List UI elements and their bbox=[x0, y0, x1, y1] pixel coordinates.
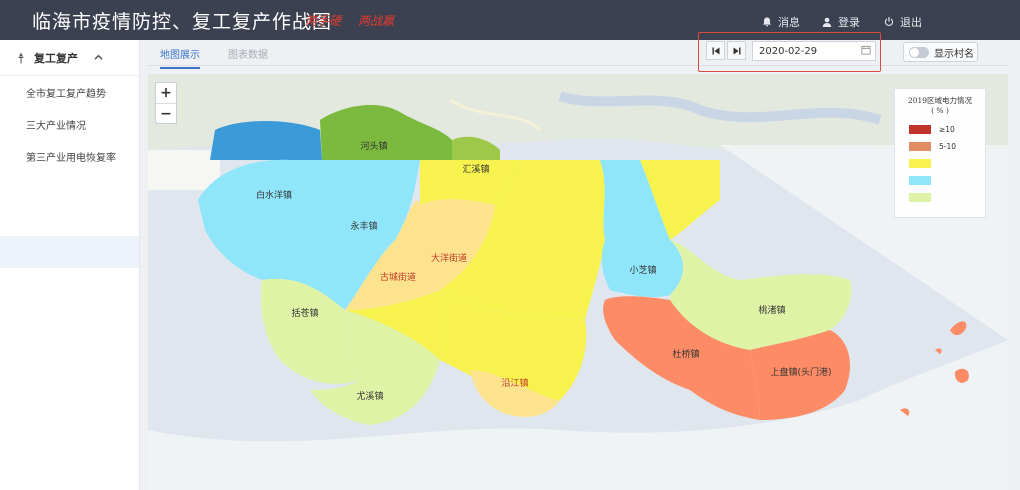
legend-subtitle: ( % ) bbox=[931, 106, 949, 115]
town-label-yongfeng: 永丰镇 bbox=[350, 220, 377, 232]
sidebar: 复工复产 全市复工复产趋势 三大产业情况 第三产业用电恢复率 bbox=[0, 40, 140, 490]
sidebar-item-faded[interactable] bbox=[0, 332, 139, 364]
first-date-button[interactable] bbox=[706, 41, 725, 60]
legend-swatch bbox=[909, 193, 931, 202]
legend-item bbox=[895, 189, 985, 206]
power-icon bbox=[884, 17, 894, 27]
legend-label: ≥10 bbox=[939, 125, 955, 134]
town-label-xiaozhi: 小芝镇 bbox=[629, 264, 656, 276]
legend-item: ≥10 bbox=[895, 121, 985, 138]
date-input[interactable] bbox=[752, 41, 876, 61]
town-label-dayang: 大洋街道 bbox=[431, 252, 467, 264]
tab-map-view[interactable]: 地图展示 bbox=[160, 46, 200, 69]
town-label-kuocang: 括苍镇 bbox=[291, 307, 318, 319]
town-label-gucheng: 古城街道 bbox=[380, 271, 416, 283]
legend-swatch bbox=[909, 176, 931, 185]
slogan-left: 两手硬 bbox=[305, 14, 342, 28]
legend-item bbox=[895, 155, 985, 172]
sidebar-item-industries[interactable]: 三大产业情况 bbox=[0, 108, 139, 140]
show-village-toggle[interactable]: 显示村名 bbox=[903, 42, 978, 62]
legend-item: 5-10 bbox=[895, 138, 985, 155]
skip-first-icon bbox=[712, 47, 719, 54]
town-label-yanjiang: 沿江镇 bbox=[501, 377, 528, 389]
town-label-shangpan: 上盘镇(头门港) bbox=[770, 366, 831, 378]
messages-label: 消息 bbox=[778, 16, 800, 29]
town-label-hetou: 河头镇 bbox=[360, 140, 387, 152]
zoom-in-button[interactable]: + bbox=[156, 83, 176, 103]
sidebar-item-faded[interactable] bbox=[0, 268, 139, 300]
legend-swatch bbox=[909, 142, 931, 151]
zoom-out-button[interactable]: − bbox=[156, 103, 176, 123]
slogan-right: 两战赢 bbox=[358, 14, 395, 28]
logout-button[interactable]: 退出 bbox=[884, 14, 922, 30]
zoom-control: + − bbox=[155, 82, 177, 124]
last-date-button[interactable] bbox=[727, 41, 746, 60]
tab-chart-data[interactable]: 图表数据 bbox=[228, 46, 268, 67]
sidebar-item-selected[interactable] bbox=[0, 236, 139, 268]
user-icon bbox=[822, 17, 832, 27]
bell-icon bbox=[763, 17, 771, 27]
login-button[interactable]: 登录 bbox=[822, 14, 860, 30]
chevron-up-icon[interactable] bbox=[94, 53, 103, 62]
sidebar-item-city-trend[interactable]: 全市复工复产趋势 bbox=[0, 76, 139, 108]
map-legend: 2019区域电力情况 ( % ) ≥10 5-10 bbox=[894, 88, 986, 218]
sidebar-item-faded[interactable] bbox=[0, 204, 139, 236]
calendar-icon[interactable] bbox=[861, 45, 871, 55]
map-view[interactable]: 河头镇 汇溪镇 白水洋镇 永丰镇 括苍镇 大洋街道 古城街道 小芝镇 桃渚镇 杜… bbox=[148, 74, 1008, 490]
login-label: 登录 bbox=[838, 16, 860, 29]
town-region-baishuiyang-top[interactable] bbox=[210, 121, 322, 160]
toggle-switch[interactable] bbox=[909, 46, 929, 58]
sidebar-item-faded[interactable] bbox=[0, 300, 139, 332]
logout-label: 退出 bbox=[900, 16, 922, 29]
town-label-baishuiyang: 白水洋镇 bbox=[256, 189, 292, 201]
show-village-label: 显示村名 bbox=[934, 48, 974, 60]
sidebar-item-tertiary-power[interactable]: 第三产业用电恢复率 bbox=[0, 140, 139, 172]
legend-swatch bbox=[909, 159, 931, 168]
app-title: 临海市疫情防控、复工复产作战图 bbox=[32, 11, 333, 33]
pin-icon bbox=[18, 52, 24, 63]
legend-swatch bbox=[909, 125, 931, 134]
sidebar-section-recovery[interactable]: 复工复产 bbox=[0, 40, 139, 76]
skip-last-icon bbox=[733, 47, 740, 54]
legend-title: 2019区域电力情况 bbox=[907, 96, 973, 105]
town-label-youxi: 尤溪镇 bbox=[356, 390, 383, 402]
sidebar-item-faded[interactable] bbox=[0, 172, 139, 204]
messages-button[interactable]: 消息 bbox=[762, 14, 800, 30]
legend-label: 5-10 bbox=[939, 142, 957, 151]
town-label-duqiao: 杜桥镇 bbox=[672, 348, 699, 360]
town-label-taozhu: 桃渚镇 bbox=[758, 304, 785, 316]
town-label-huixi: 汇溪镇 bbox=[462, 163, 489, 175]
choropleth-map[interactable]: 河头镇 汇溪镇 白水洋镇 永丰镇 括苍镇 大洋街道 古城街道 小芝镇 桃渚镇 杜… bbox=[148, 74, 1008, 490]
legend-item bbox=[895, 172, 985, 189]
sidebar-section-label: 复工复产 bbox=[34, 51, 78, 65]
